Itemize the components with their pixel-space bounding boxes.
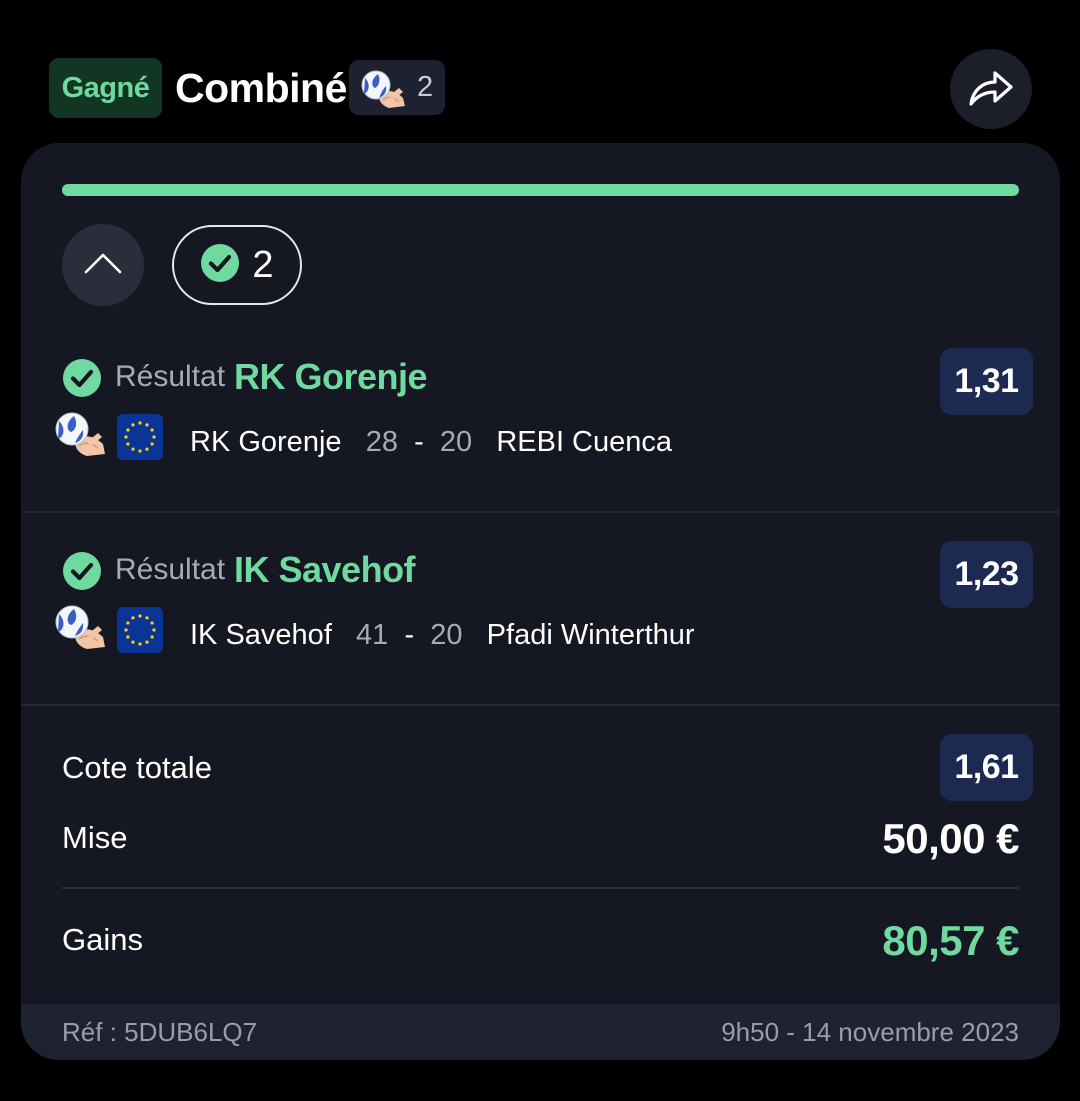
home-team: IK Savehof (190, 619, 332, 651)
check-circle-icon (62, 551, 102, 596)
selection-item[interactable]: Résultat IK Savehof 1,23 IK Savehof 41 -… (21, 513, 1060, 706)
selection-count: 2 (417, 71, 434, 103)
selection-odds: 1,23 (940, 541, 1033, 608)
handball-icon (359, 66, 407, 115)
bet-datetime: 9h50 - 14 novembre 2023 (721, 1017, 1019, 1047)
selection-count-chip: 2 (349, 60, 445, 115)
score-separator: - (414, 426, 424, 458)
away-team: REBI Cuenca (496, 426, 673, 458)
score-separator: - (404, 619, 415, 651)
winnings-value: 80,57 € (882, 917, 1019, 964)
stake-label: Mise (62, 820, 128, 855)
bet-footer: Réf : 5DUB6LQ7 9h50 - 14 novembre 2023 (21, 1004, 1060, 1060)
collapse-button[interactable] (62, 224, 144, 306)
away-score: 20 (430, 619, 463, 651)
selection-odds: 1,31 (940, 348, 1033, 415)
home-score: 41 (356, 619, 389, 651)
selection-pick: RK Gorenje (234, 356, 428, 397)
bet-type-title: Combiné (175, 65, 347, 111)
total-odds: 1,61 (940, 734, 1033, 801)
selection-pick: IK Savehof (234, 549, 416, 590)
progress-bar (62, 184, 1019, 196)
winnings-label: Gains (62, 922, 143, 957)
won-selections-count: 2 (252, 244, 274, 286)
bet-card: 2 Résultat RK Gorenje 1,31 RK Gorenje 28… (21, 143, 1060, 1060)
progress-bar-fill (62, 184, 1019, 196)
status-badge: Gagné (49, 58, 162, 118)
summary-divider (62, 887, 1019, 889)
share-arrow-icon (967, 66, 1015, 113)
bet-reference: Réf : 5DUB6LQ7 (62, 1017, 258, 1047)
share-button[interactable] (950, 49, 1032, 129)
match-info: IK Savehof 41 - 20 Pfadi Winterthur (190, 613, 695, 657)
check-circle-icon (62, 358, 102, 403)
away-team: Pfadi Winterthur (486, 619, 695, 651)
selection-item[interactable]: Résultat RK Gorenje 1,31 RK Gorenje 28 -… (21, 320, 1060, 513)
home-score: 28 (365, 426, 398, 458)
eu-flag-icon (117, 414, 163, 465)
stake-value: 50,00 € (882, 815, 1019, 862)
match-info: RK Gorenje 28 - 20 REBI Cuenca (190, 420, 672, 464)
selection-market: Résultat (115, 360, 226, 393)
won-selections-filter[interactable]: 2 (172, 225, 302, 305)
total-odds-label: Cote totale (62, 750, 212, 785)
chevron-up-icon (83, 251, 123, 280)
eu-flag-icon (117, 607, 163, 658)
selection-market: Résultat (115, 553, 226, 586)
check-circle-icon (200, 243, 240, 288)
bet-header: Gagné Combiné 2 (0, 0, 1080, 140)
home-team: RK Gorenje (190, 426, 342, 458)
away-score: 20 (439, 426, 473, 458)
